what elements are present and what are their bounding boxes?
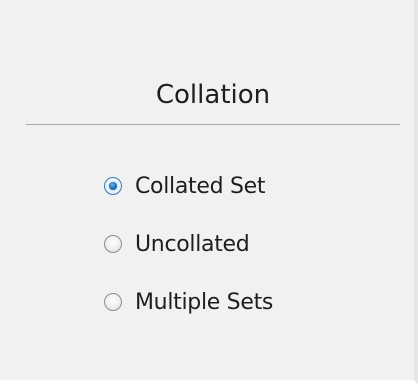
radio-option-multiple-sets[interactable]: Multiple Sets [104,284,273,320]
radio-button-selected-icon[interactable] [104,177,122,195]
radio-button-unselected-icon[interactable] [104,293,122,311]
radio-label-uncollated: Uncollated [135,231,250,257]
radio-option-collated-set[interactable]: Collated Set [104,168,265,204]
radio-label-collated-set: Collated Set [135,173,266,199]
title-divider [26,124,400,125]
radio-button-unselected-icon[interactable] [104,235,122,253]
radio-selected-dot-icon [108,181,117,190]
collation-panel: Collation Collated Set Uncollated Multip… [0,0,418,384]
radio-label-multiple-sets: Multiple Sets [135,289,274,315]
radio-option-uncollated[interactable]: Uncollated [104,226,250,262]
collation-title: Collation [155,80,271,110]
